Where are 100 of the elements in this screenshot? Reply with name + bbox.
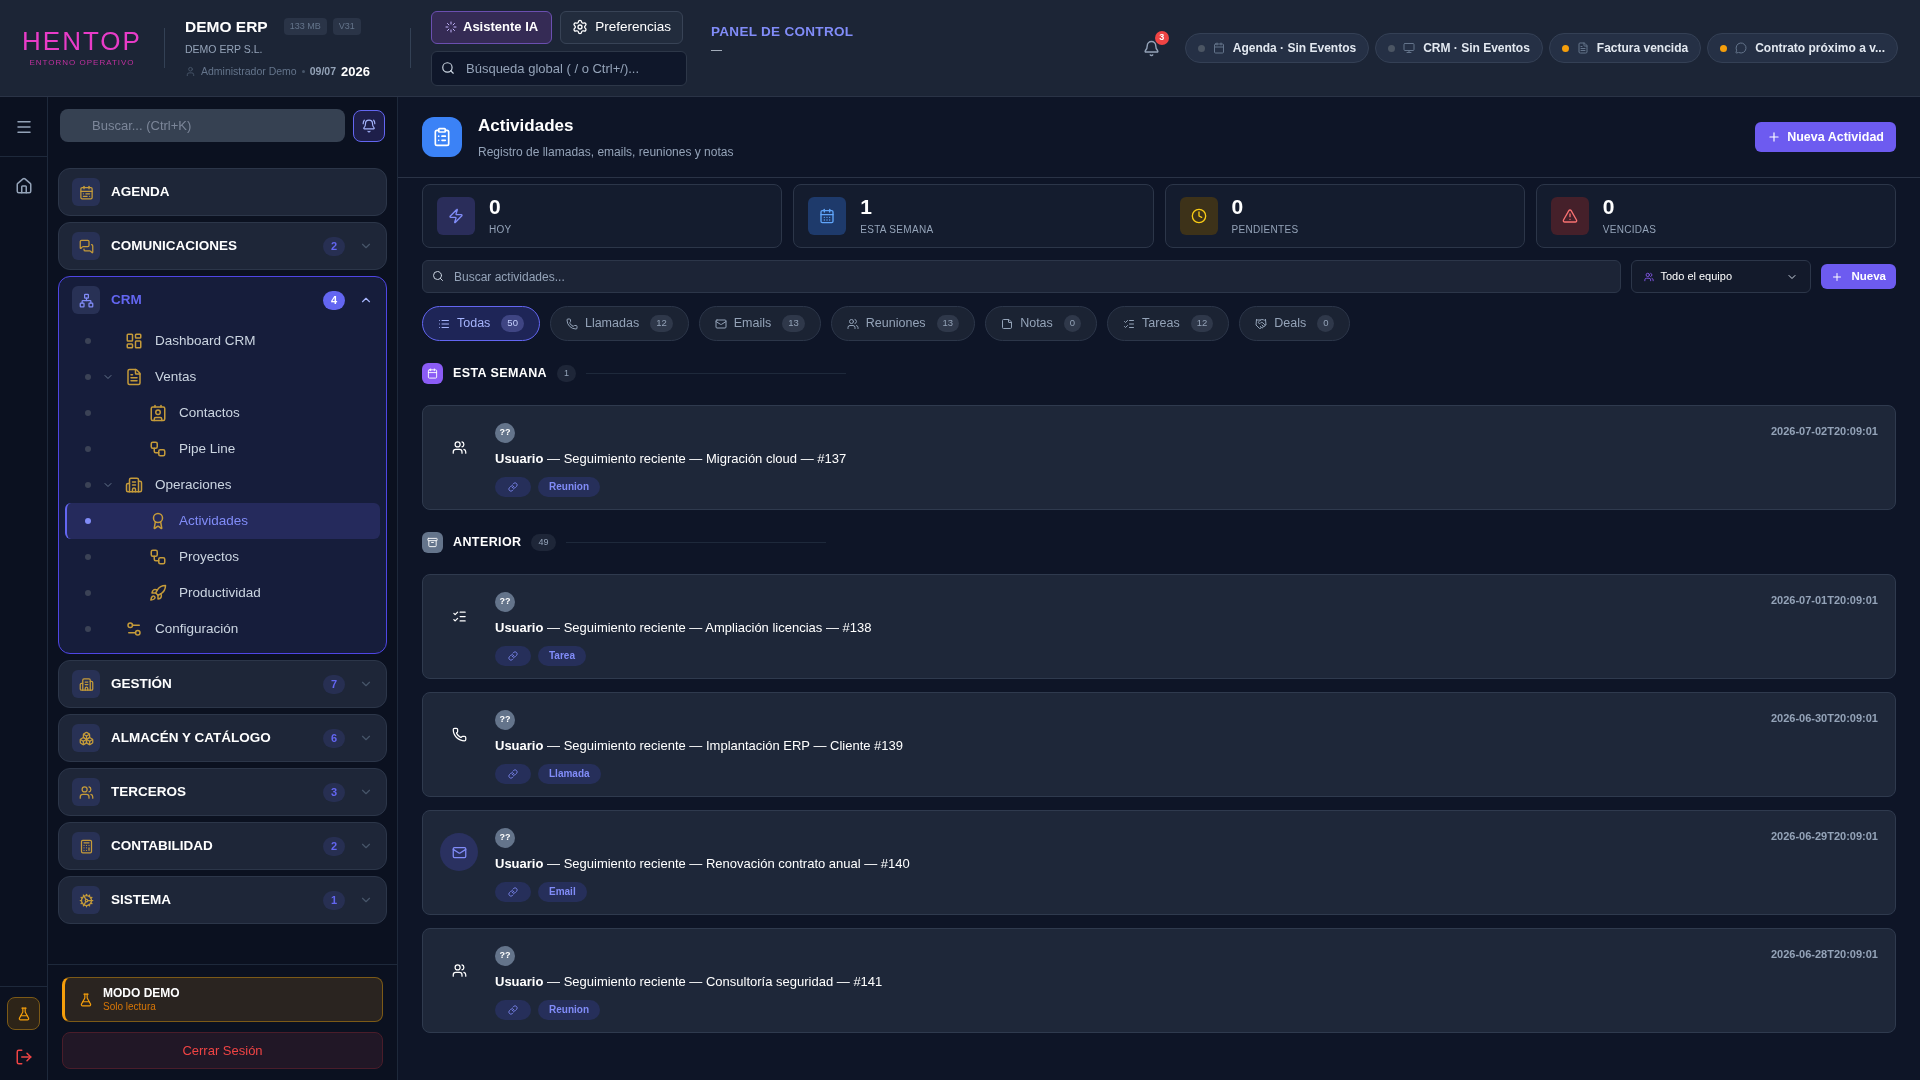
section-header[interactable]: AGENDA <box>59 169 386 215</box>
filter-tab[interactable]: Notas 0 <box>985 306 1098 341</box>
filter-tab[interactable]: Deals 0 <box>1239 306 1351 341</box>
activity-card[interactable]: ?? Usuario — Seguimiento reciente — Renovación contrato anual — #140 Email 2026-06-29T20:09:01 <box>422 810 1896 915</box>
nav-item[interactable]: Configuración <box>65 611 380 647</box>
demo-subtitle: Solo lectura <box>103 1000 157 1014</box>
status-chip[interactable]: CRM · Sin Eventos <box>1375 33 1543 63</box>
section-label: CONTABILIDAD <box>111 836 213 855</box>
filter-tab[interactable]: Reuniones 13 <box>830 306 976 341</box>
lightning-icon <box>448 208 464 224</box>
logout-button[interactable]: Cerrar Sesión <box>62 1032 383 1069</box>
stat-label: ESTA SEMANA <box>860 222 934 237</box>
section-header[interactable]: CONTABILIDAD 2 <box>59 823 386 869</box>
nav-item[interactable]: Operaciones <box>65 467 380 503</box>
nav-item[interactable]: Dashboard CRM <box>65 323 380 359</box>
activity-card[interactable]: ?? Usuario — Seguimiento reciente — Consultoría seguridad — #141 Reunion 2026-06-28T20:09:01 <box>422 928 1896 1033</box>
users-icon <box>846 317 859 330</box>
flask-icon <box>16 1006 31 1021</box>
filter-tab[interactable]: Llamadas 12 <box>549 306 689 341</box>
stat-value: 0 <box>489 195 502 217</box>
activity-card[interactable]: ?? Usuario — Seguimiento reciente — Ampliación licencias — #138 Tarea 2026-07-01T20:09:01 <box>422 574 1896 679</box>
activity-date: 2026-06-28T20:09:01 <box>1770 947 1878 962</box>
sidebar-search-field[interactable]: Buscar... (Ctrl+K) <box>60 109 345 142</box>
nav-item[interactable]: Contactos <box>65 395 380 431</box>
spinner-icon <box>445 21 457 33</box>
calculator-icon <box>78 838 94 854</box>
nav-item[interactable]: Pipe Line <box>65 431 380 467</box>
bullet-icon <box>85 554 91 560</box>
user-icon <box>185 66 196 77</box>
count-badge: 2 <box>323 236 345 256</box>
search-icon <box>432 270 444 282</box>
bullet-icon <box>85 482 91 488</box>
status-chip[interactable]: Agenda · Sin Eventos <box>1184 33 1370 63</box>
activity-search-field[interactable]: Buscar actividades... <box>422 260 1622 293</box>
status-chip[interactable]: Contrato próximo a v... <box>1707 33 1898 63</box>
pin-button[interactable] <box>353 109 385 142</box>
filter-tab[interactable]: Tareas 12 <box>1107 306 1230 341</box>
count-badge: 12 <box>650 315 673 332</box>
nav-label: Proyectos <box>179 547 240 566</box>
plus-icon <box>1767 130 1782 144</box>
logo: HENTOP <box>22 27 142 54</box>
calendar-icon <box>427 368 438 379</box>
team-select[interactable]: Todo el equipo <box>1631 260 1812 293</box>
demo-mode-button[interactable] <box>7 997 40 1030</box>
activity-date: 2026-06-30T20:09:01 <box>1770 711 1878 726</box>
count-badge: 4 <box>323 290 345 310</box>
section-header[interactable]: CRM 4 <box>59 277 386 323</box>
filter-tab[interactable]: Todas 50 <box>422 306 540 341</box>
stat-label: PENDIENTES <box>1231 222 1299 237</box>
logout-icon[interactable] <box>14 1048 33 1066</box>
users-icon <box>78 784 94 800</box>
group-title: ESTA SEMANA <box>453 365 547 383</box>
nav-item[interactable]: Actividades <box>65 503 380 539</box>
section-label: CRM <box>111 290 142 309</box>
monitor-icon <box>1403 42 1416 54</box>
count-badge: 2 <box>323 836 345 856</box>
status-chip[interactable]: Factura vencida <box>1548 33 1702 63</box>
notification-button[interactable]: 3 <box>1134 31 1169 65</box>
group-title: ANTERIOR <box>453 534 522 552</box>
activity-card[interactable]: ?? Usuario — Seguimiento reciente — Migración cloud — #137 Reunion 2026-07-02T20:09:01 <box>422 405 1896 510</box>
section-label: AGENDA <box>111 182 170 201</box>
company-name: DEMO ERP S.L. <box>185 42 264 57</box>
preferences-button[interactable]: Preferencias <box>560 10 683 44</box>
global-search-field[interactable]: Búsqueda global ( / o Ctrl+/)... <box>431 50 687 86</box>
nav-item[interactable]: Productividad <box>65 575 380 611</box>
settings-icon <box>125 620 143 638</box>
contact-icon <box>149 404 167 422</box>
filter-tab[interactable]: Emails 13 <box>698 306 821 341</box>
home-icon[interactable] <box>14 177 33 195</box>
notification-count: 3 <box>1154 31 1169 45</box>
section-label: TERCEROS <box>111 782 186 801</box>
speech-bubble-icon <box>1735 42 1748 54</box>
nav-label: Pipe Line <box>179 439 236 458</box>
section-header[interactable]: SISTEMA 1 <box>59 877 386 923</box>
section-header[interactable]: ALMACÉN Y CATÁLOGO 6 <box>59 715 386 761</box>
app-name: DEMO ERP <box>185 16 268 37</box>
section-header[interactable]: GESTIÓN 7 <box>59 661 386 707</box>
mail-icon <box>714 317 727 330</box>
settings-icon <box>572 19 589 35</box>
activity-title: Usuario — Seguimiento reciente — Ampliación licencias — #138 <box>495 619 872 637</box>
type-tag: Llamada <box>538 763 601 784</box>
section-header[interactable]: TERCEROS 3 <box>59 769 386 815</box>
nav-item[interactable]: Proyectos <box>65 539 380 575</box>
activity-card[interactable]: ?? Usuario — Seguimiento reciente — Implantación ERP — Cliente #139 Llamada 2026-06-30T20:09:01 <box>422 692 1896 797</box>
link-icon <box>508 481 518 492</box>
bell-icon <box>362 118 376 133</box>
new-activity-button[interactable]: Nueva Actividad <box>1755 122 1896 152</box>
bell-icon <box>1143 39 1161 57</box>
rocket-icon <box>149 584 167 602</box>
search-icon <box>441 60 455 75</box>
link-icon <box>508 768 518 779</box>
add-button[interactable]: Nueva <box>1821 264 1896 289</box>
section-header[interactable]: COMUNICACIONES 2 <box>59 223 386 269</box>
nav-item[interactable]: Ventas <box>65 359 380 395</box>
bullet-icon <box>85 446 91 452</box>
calendar-icon <box>1212 42 1225 54</box>
nav-label: Operaciones <box>155 475 232 494</box>
assistant-button[interactable]: Asistente IA <box>431 10 553 44</box>
users-icon <box>1644 271 1655 282</box>
calendar-icon <box>78 184 94 200</box>
